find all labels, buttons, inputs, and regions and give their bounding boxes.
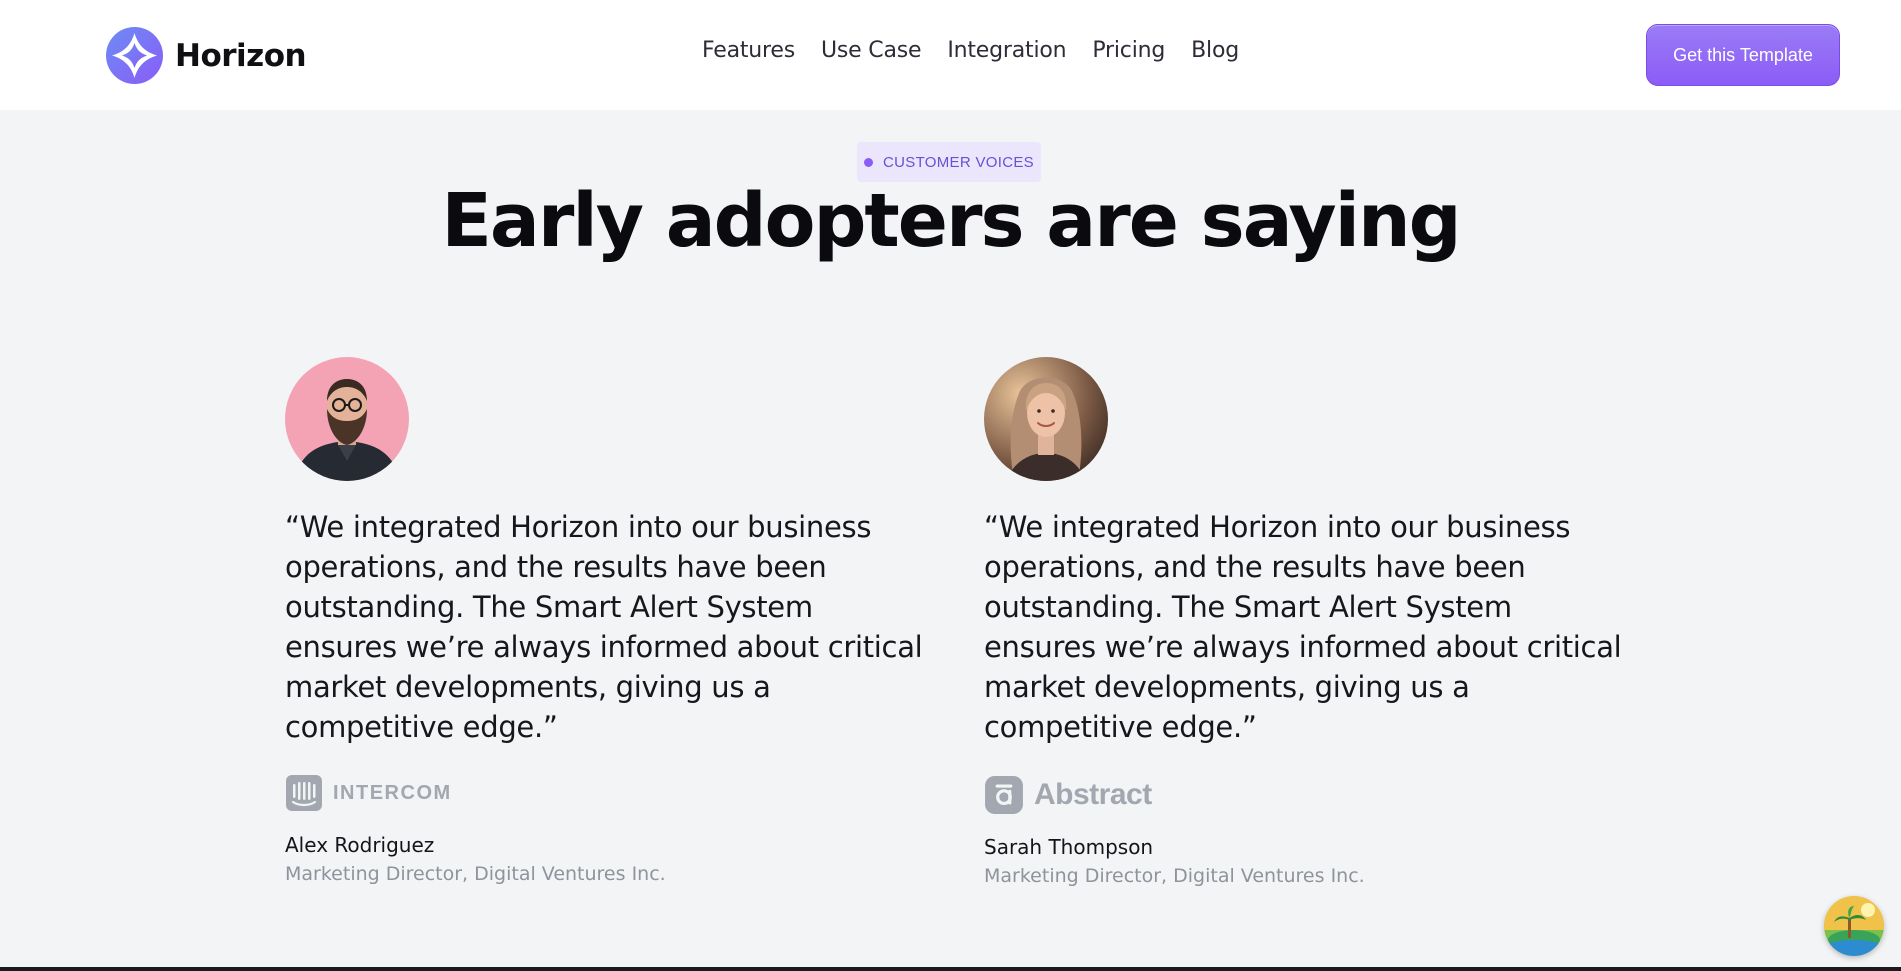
person-role: Marketing Director, Digital Ventures Inc… <box>285 863 666 885</box>
section-badge: CUSTOMER VOICES <box>857 142 1041 182</box>
company-name: Abstract <box>1034 778 1152 811</box>
abstract-logo-icon <box>985 776 1023 814</box>
testimonial-quote: “We integrated Horizon into our business… <box>285 510 923 744</box>
nav-use-case[interactable]: Use Case <box>821 38 922 63</box>
testimonial-card: “We integrated Horizon into our business… <box>984 357 1624 887</box>
nav-features[interactable]: Features <box>702 38 795 63</box>
intercom-logo-icon <box>286 775 322 811</box>
main-nav: Features Use Case Integration Pricing Bl… <box>702 38 1239 63</box>
company-name: INTERCOM <box>333 781 452 804</box>
nav-pricing[interactable]: Pricing <box>1092 38 1165 63</box>
island-badge-icon[interactable] <box>1824 896 1884 956</box>
person-role: Marketing Director, Digital Ventures Inc… <box>984 865 1365 887</box>
person-name: Alex Rodriguez <box>285 833 435 857</box>
nav-integration[interactable]: Integration <box>947 38 1066 63</box>
company-logo: INTERCOM <box>285 773 925 813</box>
brand-name: Horizon <box>175 37 307 74</box>
section-badge-label: CUSTOMER VOICES <box>883 153 1034 171</box>
testimonial-quote: “We integrated Horizon into our business… <box>984 510 1622 744</box>
avatar-man-image <box>285 357 409 481</box>
person-name: Sarah Thompson <box>984 835 1154 859</box>
company-logo: Abstract <box>984 775 1624 815</box>
brand-link[interactable]: Horizon <box>106 27 307 84</box>
site-header: Horizon Features Use Case Integration Pr… <box>0 0 1901 110</box>
get-template-button[interactable]: Get this Template <box>1646 24 1840 86</box>
avatar <box>984 357 1108 481</box>
avatar <box>285 357 409 481</box>
section-title: Early adopters are saying <box>441 178 1461 264</box>
page-bottom-border <box>0 967 1901 971</box>
horizon-logo-icon <box>106 27 163 84</box>
testimonial-card: “We integrated Horizon into our business… <box>285 357 925 885</box>
dot-icon <box>864 157 874 167</box>
nav-blog[interactable]: Blog <box>1191 38 1239 63</box>
avatar-woman-image <box>984 357 1108 481</box>
